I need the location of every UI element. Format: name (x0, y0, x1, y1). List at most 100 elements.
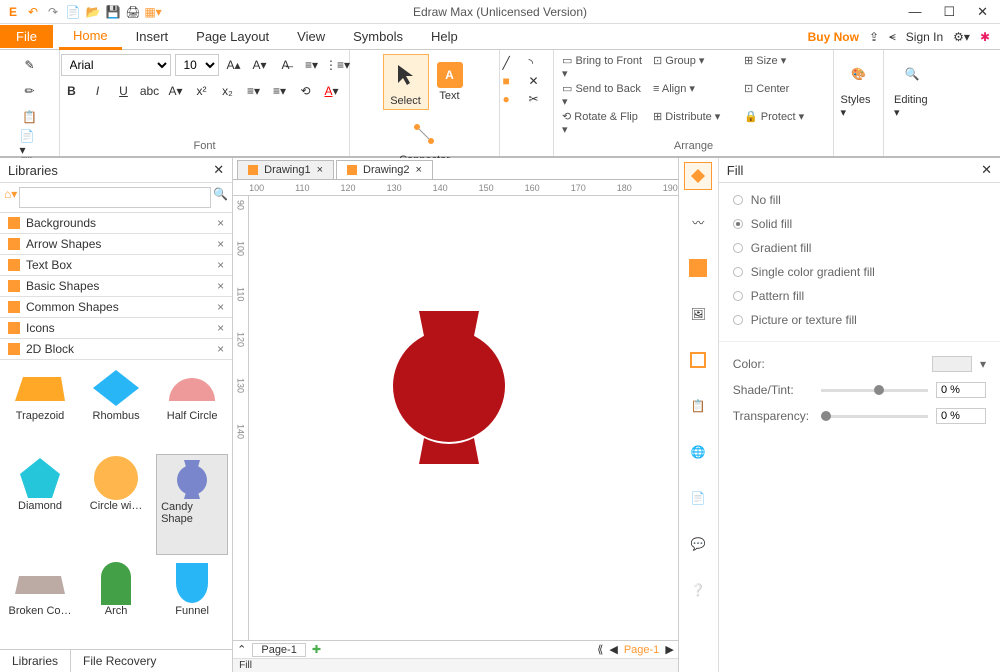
sign-in-link[interactable]: Sign In (906, 30, 943, 44)
transparency-value[interactable] (936, 408, 986, 424)
library-category[interactable]: 2D Block× (0, 339, 232, 360)
transparency-slider[interactable] (821, 415, 928, 418)
superscript-icon[interactable]: x² (191, 80, 213, 102)
italic-icon[interactable]: I (87, 80, 109, 102)
rotate-flip-button[interactable]: ⟲ Rotate & Flip ▾ (562, 110, 643, 136)
fill-option[interactable]: Picture or texture fill (733, 313, 986, 327)
buy-now-link[interactable]: Buy Now (808, 30, 859, 44)
clear-format-icon[interactable]: A̶ (275, 54, 297, 76)
tab-file-recovery[interactable]: File Recovery (71, 650, 168, 672)
notes-icon[interactable]: 📋 (684, 392, 712, 420)
candy-shape-object[interactable] (379, 306, 519, 476)
font-name-combo[interactable]: Arial (61, 54, 171, 76)
shape-funnel[interactable]: Funnel (156, 559, 228, 645)
distribute-button[interactable]: ⊞ Distribute ▾ (653, 110, 734, 136)
help-icon[interactable]: ❔ (684, 576, 712, 604)
color-picker[interactable] (932, 356, 972, 372)
globe-icon[interactable]: 🌐 (684, 438, 712, 466)
shade-value[interactable] (936, 382, 986, 398)
comment-icon[interactable]: 💬 (684, 530, 712, 558)
page-tab[interactable]: Page-1 (252, 643, 305, 657)
paste-icon[interactable]: 📄▾ (19, 132, 41, 154)
editing-button[interactable]: 🔍 Editing ▾ (890, 54, 934, 121)
library-search-input[interactable] (19, 187, 211, 208)
layers-icon[interactable] (684, 346, 712, 374)
maximize-button[interactable]: ☐ (943, 4, 955, 20)
text-direction-icon[interactable]: ⟲ (295, 80, 317, 102)
increase-font-icon[interactable]: A▴ (223, 54, 245, 76)
align-icon[interactable]: ≡▾ (243, 80, 265, 102)
doc-tab-1[interactable]: Drawing1× (237, 160, 334, 179)
close-icon[interactable]: × (217, 300, 224, 314)
tab-insert[interactable]: Insert (122, 25, 183, 48)
valign-icon[interactable]: ≡▾ (269, 80, 291, 102)
library-category[interactable]: Common Shapes× (0, 297, 232, 318)
arc-tool-icon[interactable]: ◝ (529, 56, 551, 70)
close-button[interactable]: ✕ (977, 4, 988, 20)
shape-arch[interactable]: Arch (80, 559, 152, 645)
library-category[interactable]: Basic Shapes× (0, 276, 232, 297)
size-button[interactable]: ⊞ Size ▾ (744, 54, 825, 80)
first-page-icon[interactable]: ⟪ (597, 643, 603, 656)
fill-option[interactable]: Pattern fill (733, 289, 986, 303)
font-size-combo[interactable]: 10 (175, 54, 219, 76)
styles-button[interactable]: 🎨 Styles ▾ (837, 54, 881, 121)
close-icon[interactable]: × (416, 164, 422, 176)
gear-icon[interactable]: ⚙▾ (953, 30, 970, 44)
doc-tab-2[interactable]: Drawing2× (336, 160, 433, 179)
app-color-icon[interactable]: ✱ (980, 30, 990, 44)
search-icon[interactable]: 🔍 (213, 187, 228, 208)
fill-option[interactable]: Gradient fill (733, 241, 986, 255)
tab-home[interactable]: Home (59, 24, 122, 50)
group-button[interactable]: ⊡ Group ▾ (653, 54, 734, 80)
home-icon[interactable]: ⌂▾ (4, 187, 17, 208)
crop-tool-icon[interactable]: ✂ (529, 92, 551, 106)
export-icon[interactable]: ⇪ (869, 30, 879, 44)
close-shape-icon[interactable]: ✕ (529, 74, 551, 88)
library-category[interactable]: Backgrounds× (0, 213, 232, 234)
file-tab[interactable]: File (0, 25, 53, 48)
bullets-icon[interactable]: ⋮≡▾ (327, 54, 349, 76)
new-icon[interactable]: 📄 (66, 5, 80, 19)
shape-half-circle[interactable]: Half Circle (156, 364, 228, 450)
shape-diamond[interactable]: Diamond (4, 454, 76, 554)
font-color-icon[interactable]: A▾ (321, 80, 343, 102)
highlight-icon[interactable]: A▾ (165, 80, 187, 102)
decrease-font-icon[interactable]: A▾ (249, 54, 271, 76)
picture-icon[interactable]: 🖼 (684, 300, 712, 328)
fill-option[interactable]: Single color gradient fill (733, 265, 986, 279)
send-to-back-button[interactable]: ▭ Send to Back ▾ (562, 82, 643, 108)
add-page-icon[interactable]: ✚ (312, 643, 321, 656)
align-button[interactable]: ≡ Align ▾ (653, 82, 734, 108)
close-icon[interactable]: × (217, 237, 224, 251)
text-tool[interactable]: A Text (433, 60, 467, 104)
fill-bucket-icon[interactable] (684, 162, 712, 190)
line-spacing-icon[interactable]: ≡▾ (301, 54, 323, 76)
subscript-icon[interactable]: x₂ (217, 80, 239, 102)
collapse-icon[interactable]: ⌃ (237, 643, 246, 656)
document-icon[interactable]: 📄 (684, 484, 712, 512)
close-icon[interactable]: × (217, 279, 224, 293)
eyedropper-icon[interactable]: ✏ (19, 80, 41, 102)
drawing-canvas[interactable] (249, 196, 678, 640)
strike-icon[interactable]: abc (139, 80, 161, 102)
library-category[interactable]: Arrow Shapes× (0, 234, 232, 255)
tab-symbols[interactable]: Symbols (339, 25, 417, 48)
shade-slider[interactable] (821, 389, 928, 392)
close-icon[interactable]: × (217, 216, 224, 230)
library-category[interactable]: Text Box× (0, 255, 232, 276)
protect-button[interactable]: 🔒 Protect ▾ (744, 110, 825, 136)
undo-icon[interactable]: ↶ (26, 5, 40, 19)
line-tool-icon[interactable]: ╱ (503, 56, 525, 70)
shape-trapezoid[interactable]: Trapezoid (4, 364, 76, 450)
print-icon[interactable]: 🖨 (126, 5, 140, 19)
select-tool[interactable]: Select (383, 54, 429, 110)
fill-option[interactable]: Solid fill (733, 217, 986, 231)
ellipse-tool-icon[interactable]: ● (503, 92, 525, 106)
fill-option[interactable]: No fill (733, 193, 986, 207)
line-style-icon[interactable]: 〰 (684, 208, 712, 236)
share-icon[interactable]: ⪪ (889, 29, 896, 44)
save-icon[interactable]: 💾 (106, 5, 120, 19)
center-button[interactable]: ⊡ Center (744, 82, 825, 108)
close-icon[interactable]: × (217, 258, 224, 272)
